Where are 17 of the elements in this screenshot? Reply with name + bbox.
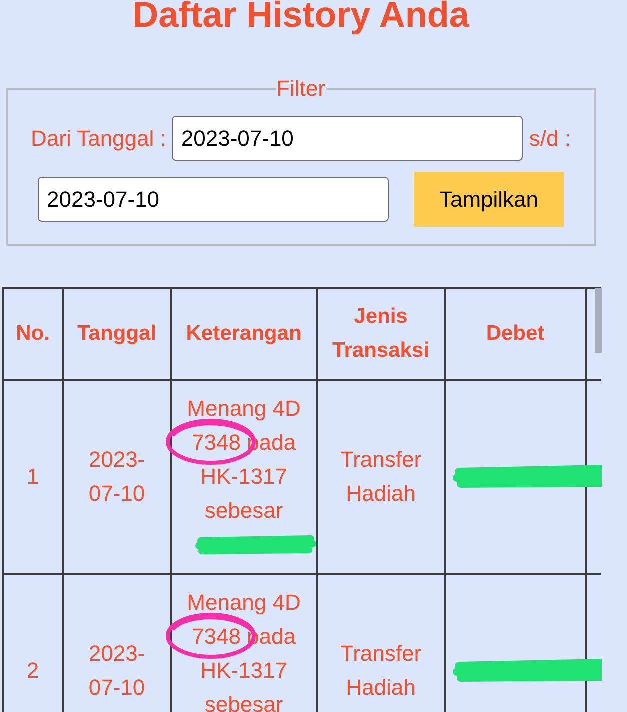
to-date-label: s/d : (529, 126, 571, 152)
to-date-field[interactable]: 2023-07-10 (38, 177, 389, 222)
scrollbar-thumb[interactable] (595, 288, 602, 353)
page-title: Daftar History Anda (132, 0, 471, 36)
column-header: Tanggal (63, 288, 171, 380)
table-cell: 2 (3, 574, 63, 712)
table-cell: Transfer Hadiah (317, 380, 445, 574)
from-date-field[interactable]: 2023-07-10 (172, 116, 524, 161)
show-button[interactable]: Tampilkan (414, 172, 564, 227)
filter-legend: Filter (276, 76, 326, 102)
column-header: Debet (445, 288, 586, 380)
table-cell: 2023-07-10 (63, 380, 171, 574)
column-header: No. (3, 288, 63, 380)
table-cell: 1 (3, 380, 63, 574)
from-date-label: Dari Tanggal : (31, 126, 166, 152)
column-header: Keterangan (171, 288, 317, 380)
column-header: Jenis Transaksi (317, 288, 445, 380)
